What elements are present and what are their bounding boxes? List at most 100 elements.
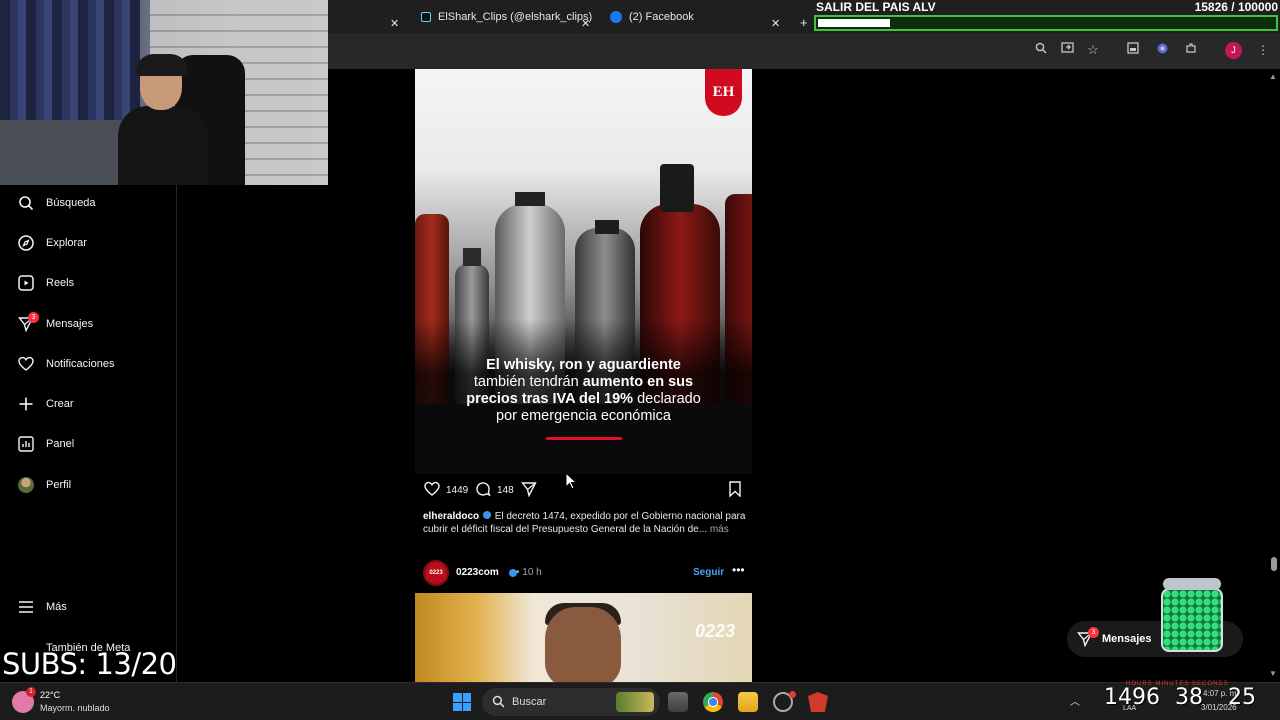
sidebar-item-mensajes[interactable]: 3 Mensajes — [0, 306, 177, 342]
headline-underline — [546, 437, 622, 440]
sidebar-icon[interactable] — [1125, 42, 1141, 58]
share-button[interactable] — [521, 481, 537, 500]
search-placeholder: Buscar — [512, 696, 547, 708]
language-indicator[interactable]: LAA — [1123, 705, 1136, 712]
sidebar-item-explorar[interactable]: Explorar — [0, 225, 177, 261]
headline-line: por emergencia económica — [496, 408, 671, 424]
post-image[interactable]: EH El whisky, ron y aguardiente también … — [415, 69, 752, 474]
hamburger-icon — [17, 598, 35, 616]
sidebar-item-perfil[interactable]: Perfil — [0, 467, 177, 503]
bookmark-icon — [728, 481, 742, 500]
post-username[interactable]: 0223com — [456, 567, 499, 578]
panel-icon — [17, 435, 35, 453]
weather-description: Mayorm. nublado — [40, 703, 110, 713]
brave-icon[interactable] — [808, 692, 828, 712]
compass-icon — [17, 234, 35, 252]
brand-watermark: 0223 — [694, 621, 735, 641]
more-link[interactable]: más — [707, 524, 729, 535]
comment-button[interactable]: 148 — [475, 481, 514, 500]
avatar[interactable]: 0223 — [423, 560, 449, 586]
sidebar-item-notificaciones[interactable]: Notificaciones — [0, 346, 177, 382]
profile-icon[interactable]: J — [1225, 42, 1242, 59]
zoom-icon[interactable] — [1033, 42, 1049, 58]
notification-badge: 3 — [1088, 627, 1099, 638]
bottle-cap — [595, 220, 619, 234]
goal-progress-bar — [814, 15, 1278, 31]
comment-count: 148 — [497, 485, 514, 496]
search-icon — [492, 695, 505, 713]
tab-label: (2) Facebook — [629, 11, 694, 23]
file-explorer-icon[interactable] — [738, 692, 758, 712]
taskbar-search[interactable]: Buscar — [482, 688, 660, 716]
sidebar-item-label: Mensajes — [46, 318, 94, 330]
sidebar-item-panel[interactable]: Panel — [0, 426, 177, 462]
clock-date[interactable]: 3/01/2026 — [1201, 703, 1237, 712]
verified-icon — [482, 511, 491, 519]
scroll-down-icon[interactable]: ▼ — [1269, 669, 1277, 678]
follow-button[interactable]: Seguir — [693, 567, 724, 578]
chrome-icon[interactable] — [703, 692, 723, 712]
tip-jar-overlay — [1161, 578, 1223, 652]
windows-start-icon[interactable] — [453, 693, 471, 711]
sidebar-item-label: Crear — [46, 398, 74, 410]
ai-icon[interactable] — [1154, 42, 1170, 58]
scroll-up-icon[interactable]: ▲ — [1269, 72, 1277, 81]
headline-line: aumento en sus — [582, 374, 694, 390]
comment-icon — [475, 481, 491, 500]
save-button[interactable] — [728, 481, 742, 500]
instagram-sidebar: Búsqueda Explorar Reels 3 Mensajes Notif… — [0, 185, 177, 682]
headline-line: precios tras IVA del 19% — [466, 391, 634, 407]
notification-dot — [789, 691, 796, 698]
post-time: • 10 h — [516, 567, 542, 578]
extensions-icon[interactable] — [1183, 42, 1199, 58]
post-image[interactable]: 0223 — [415, 593, 752, 682]
bottle-cap — [463, 248, 481, 266]
task-view-icon[interactable] — [668, 692, 688, 712]
share-icon — [521, 481, 537, 500]
webcam-desk — [0, 120, 130, 185]
cast-icon[interactable] — [1059, 42, 1075, 58]
sidebar-item-crear[interactable]: Crear — [0, 386, 177, 422]
facebook-icon — [610, 11, 622, 23]
sidebar-item-label: Explorar — [46, 237, 87, 249]
sidebar-item-label: Panel — [46, 438, 75, 450]
like-button[interactable]: 1449 — [424, 481, 468, 499]
sidebar-item-busqueda[interactable]: Búsqueda — [0, 185, 177, 221]
avatar-icon — [17, 476, 35, 494]
sidebar-item-label: Notificaciones — [46, 358, 115, 370]
goal-count: 15826 / 100000 — [1194, 0, 1278, 14]
instagram-feed: EH El whisky, ron y aguardiente también … — [415, 69, 752, 682]
menu-icon[interactable]: ⋮ — [1255, 42, 1271, 58]
goal-title: SALIR DEL PAIS ALV — [816, 0, 936, 14]
search-icon — [17, 194, 35, 212]
clock-time[interactable]: 4:07 p. m. — [1203, 689, 1239, 698]
sidebar-item-label: Búsqueda — [46, 197, 96, 209]
tab-tiktok[interactable]: ElShark_Clips (@elshark_clips) — [421, 4, 592, 30]
new-tab-button[interactable]: + — [800, 9, 808, 35]
search-highlight-image — [616, 692, 654, 712]
sidebar-item-reels[interactable]: Reels — [0, 265, 177, 301]
star-icon[interactable]: ☆ — [1085, 42, 1101, 58]
post-caption: elheraldoco El decreto 1474, expedido po… — [423, 510, 753, 536]
headline-line: El whisky, ron y aguardiente — [486, 357, 681, 373]
weather-badge: 1 — [26, 687, 36, 697]
subs-counter-overlay: SUBS: 13/20 — [2, 647, 177, 681]
windows-taskbar: 1 22°C Mayorm. nublado Buscar ︿ HOURS MI… — [0, 681, 1280, 720]
weather-temperature: 22°C — [40, 690, 61, 700]
reels-icon — [17, 274, 35, 292]
eh-brand-logo: EH — [705, 69, 742, 116]
chevron-up-icon[interactable]: ︿ — [1070, 693, 1080, 708]
post-actions: 1449 148 — [415, 481, 752, 501]
sidebar-item-mas[interactable]: Más — [0, 589, 177, 625]
tab-label: ElShark_Clips (@elshark_clips) — [438, 11, 593, 23]
timer-minutes: 38 — [1175, 685, 1203, 710]
heart-icon — [424, 481, 440, 499]
post-header: 0223 0223com • 10 h Seguir ••• — [423, 560, 752, 586]
tab-facebook[interactable]: (2) Facebook — [610, 4, 694, 30]
screen: ✕ ElShark_Clips (@elshark_clips) ✕ (2) F… — [0, 0, 1280, 720]
more-options-icon[interactable]: ••• — [732, 563, 745, 577]
post-username[interactable]: elheraldoco — [423, 511, 479, 522]
like-count: 1449 — [446, 484, 469, 496]
scroll-thumb[interactable] — [1271, 557, 1277, 571]
page-scrollbar[interactable]: ▲ ▼ — [1267, 69, 1280, 682]
